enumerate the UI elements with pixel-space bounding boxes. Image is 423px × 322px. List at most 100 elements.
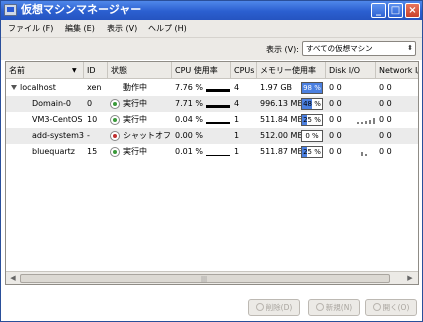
scrollbar-thumb[interactable]: ||| [20, 274, 390, 283]
cell-mem: 1.97 GB [260, 83, 293, 92]
cell-cpus: 4 [234, 83, 240, 92]
disk-sparkline [361, 152, 367, 156]
open-icon [372, 303, 381, 311]
cell-cpus: 1 [234, 115, 240, 124]
column-header-name[interactable]: 名前 ▼ [6, 62, 84, 79]
menu-file[interactable]: ファイル (F) [8, 24, 53, 34]
app-icon [4, 4, 17, 16]
view-filter-select[interactable]: すべての仮想マシン ⬍ [302, 41, 416, 56]
scroll-right-icon[interactable]: ▶ [404, 273, 416, 284]
shutoff-icon [110, 131, 120, 141]
cell-id: 15 [87, 147, 98, 156]
grip-icon: ||| [201, 276, 208, 283]
view-toolbar: 表示 (V): すべての仮想マシン ⬍ [1, 38, 422, 60]
chevron-updown-icon: ⬍ [407, 44, 413, 52]
menu-help[interactable]: ヘルプ (H) [148, 24, 187, 34]
column-header-disk[interactable]: Disk I/O [326, 62, 376, 79]
minimize-button[interactable]: _ [371, 3, 386, 18]
cell-net: 0 0 [379, 83, 392, 92]
view-filter-value: すべての仮想マシン [306, 44, 373, 53]
running-icon [110, 99, 120, 109]
close-button[interactable]: × [405, 3, 420, 18]
running-icon [110, 115, 120, 125]
cell-net: 0 0 [379, 147, 392, 156]
new-button[interactable]: 新規(N) [308, 299, 360, 316]
cell-status: 実行中 [123, 115, 147, 124]
cell-id: 10 [87, 115, 98, 124]
cell-status: シャットオフ [123, 131, 171, 140]
cpu-sparkline [206, 122, 230, 124]
running-icon [110, 147, 120, 157]
cell-disk: 0 0 [329, 99, 342, 108]
column-header-id[interactable]: ID [84, 62, 108, 79]
cell-cpu: 7.71 % [175, 99, 203, 108]
cpu-sparkline [206, 155, 230, 156]
cell-disk: 0 0 [329, 147, 342, 156]
cell-id: 0 [87, 99, 93, 108]
column-header-status[interactable]: 状態 [108, 62, 172, 79]
memory-bar: 25 % [301, 114, 323, 126]
new-icon [315, 303, 324, 311]
cell-net: 0 0 [379, 131, 392, 140]
cell-status: 実行中 [123, 147, 147, 156]
cell-net: 0 0 [379, 99, 392, 108]
menu-edit[interactable]: 編集 (E) [65, 24, 95, 34]
menu-bar: ファイル (F) 編集 (E) 表示 (V) ヘルプ (H) [1, 20, 422, 38]
delete-icon [255, 303, 264, 311]
cell-disk: 0 0 [329, 83, 342, 92]
cell-name: Domain-0 [32, 99, 72, 108]
cell-name: add-system3 [32, 131, 84, 140]
column-header-memory[interactable]: メモリー使用率 [257, 62, 326, 79]
table-row-bluequartz[interactable]: bluequartz 15 実行中 0.01 % 1 511.87 MB 25 … [6, 144, 418, 160]
cell-cpu: 0.01 % [175, 147, 203, 156]
cell-id: - [87, 131, 90, 140]
scroll-left-icon[interactable]: ◀ [7, 273, 19, 284]
menu-view[interactable]: 表示 (V) [107, 24, 137, 34]
view-label: 表示 (V): [266, 45, 299, 54]
horizontal-scrollbar[interactable]: ◀ ||| ▶ [6, 271, 418, 284]
cell-name: localhost [20, 83, 56, 92]
cell-name: bluequartz [32, 147, 75, 156]
cell-id: xen [87, 83, 102, 92]
memory-bar: 0 % [301, 130, 323, 142]
cell-mem: 512.00 MB [260, 131, 303, 140]
cell-disk: 0 0 [329, 115, 342, 124]
cell-cpus: 1 [234, 131, 240, 140]
cpu-sparkline [206, 89, 230, 92]
table-header: 名前 ▼ ID 状態 CPU 使用率 CPUs メモリー使用率 Disk I/O… [6, 62, 418, 79]
cell-cpu: 7.76 % [175, 83, 203, 92]
sort-down-icon: ▼ [72, 67, 77, 74]
table-row-domain-0[interactable]: Domain-0 0 実行中 7.71 % 4 996.13 MB 48 % 0… [6, 96, 418, 112]
vm-table: 名前 ▼ ID 状態 CPU 使用率 CPUs メモリー使用率 Disk I/O… [5, 61, 419, 285]
window-title: 仮想マシンマネージャー [21, 3, 142, 16]
cell-net: 0 0 [379, 115, 392, 124]
memory-bar: 48 % [301, 98, 323, 110]
memory-bar: 25 % [301, 146, 323, 158]
cell-cpus: 4 [234, 99, 240, 108]
open-button[interactable]: 開く(O) [365, 299, 417, 316]
memory-bar: 98 % [301, 82, 323, 94]
title-bar: 仮想マシンマネージャー _ □ × [1, 1, 422, 20]
cell-status: 実行中 [123, 99, 147, 108]
column-header-cpu[interactable]: CPU 使用率 [172, 62, 231, 79]
cell-cpu: 0.00 % [175, 131, 203, 140]
cell-mem: 511.84 MB [260, 115, 303, 124]
cell-mem: 511.87 MB [260, 147, 303, 156]
table-row-add-system3[interactable]: add-system3 - シャットオフ 0.00 % 1 512.00 MB … [6, 128, 418, 144]
table-row-localhost[interactable]: localhost xen 動作中 7.76 % 4 1.97 GB 98 % … [6, 80, 418, 96]
disk-sparkline [357, 118, 375, 124]
maximize-button[interactable]: □ [388, 3, 403, 18]
table-row-vm3-centos[interactable]: VM3-CentOS 10 実行中 0.04 % 1 511.84 MB 25 … [6, 112, 418, 128]
cell-disk: 0 0 [329, 131, 342, 140]
delete-button[interactable]: 削除(D) [248, 299, 300, 316]
cell-mem: 996.13 MB [260, 99, 303, 108]
cell-cpu: 0.04 % [175, 115, 203, 124]
expander-icon[interactable] [11, 85, 17, 90]
app-window: 仮想マシンマネージャー _ □ × ファイル (F) 編集 (E) 表示 (V)… [0, 0, 423, 322]
column-header-network[interactable]: Network I/O [376, 62, 418, 79]
column-header-cpus[interactable]: CPUs [231, 62, 257, 79]
cell-name: VM3-CentOS [32, 115, 83, 124]
cell-cpus: 1 [234, 147, 240, 156]
cell-status: 動作中 [123, 83, 147, 92]
cpu-sparkline [206, 105, 230, 108]
